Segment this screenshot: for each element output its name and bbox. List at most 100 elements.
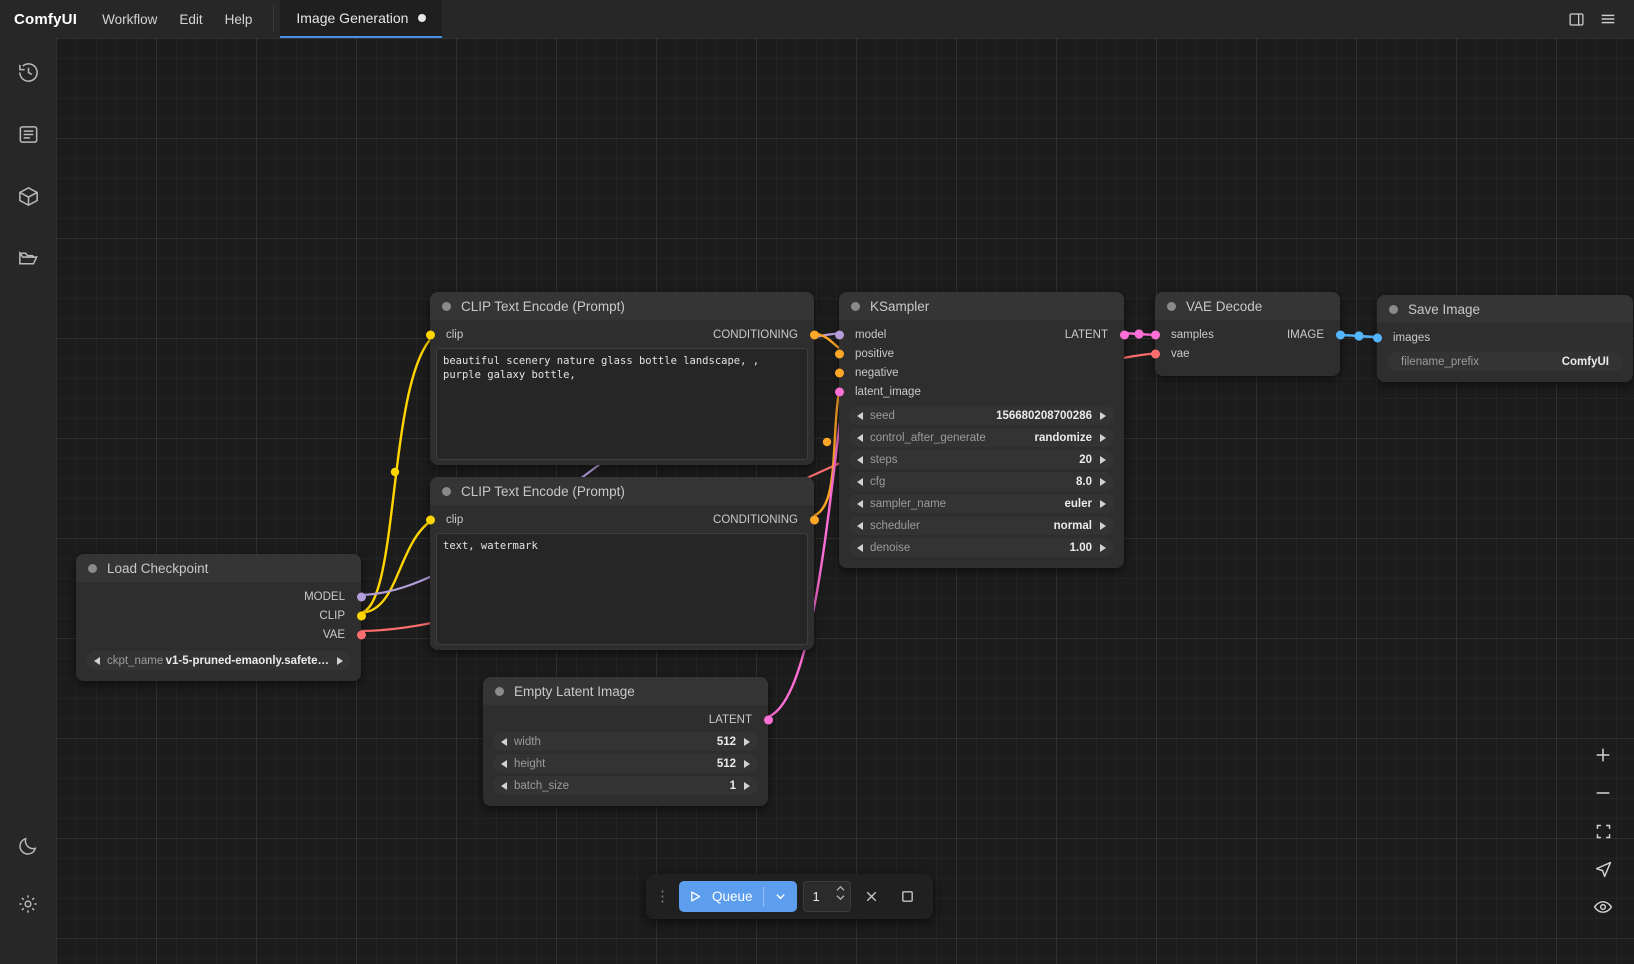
node-vae-decode[interactable]: VAE Decode samples IMAGE vae bbox=[1155, 292, 1340, 376]
node-title-bar[interactable]: Save Image bbox=[1377, 295, 1633, 323]
collapse-dot-icon[interactable] bbox=[851, 302, 860, 311]
decrement-arrow-icon[interactable] bbox=[857, 478, 863, 486]
node-title-bar[interactable]: Load Checkpoint bbox=[76, 554, 361, 582]
increment-arrow-icon[interactable] bbox=[1100, 500, 1106, 508]
node-title-bar[interactable]: KSampler bbox=[839, 292, 1124, 320]
settings-gear-icon[interactable] bbox=[8, 884, 48, 924]
output-slot-latent[interactable]: LATENT bbox=[483, 711, 768, 729]
tab-image-generation[interactable]: Image Generation bbox=[280, 0, 442, 38]
widget-control-after-generate[interactable]: control_after_generate randomize bbox=[849, 428, 1114, 447]
image-output-port-dot[interactable] bbox=[1336, 331, 1345, 340]
decrement-arrow-icon[interactable] bbox=[857, 500, 863, 508]
menu-help[interactable]: Help bbox=[214, 0, 264, 38]
theme-toggle-icon[interactable] bbox=[8, 826, 48, 866]
conditioning-output-port-dot[interactable] bbox=[810, 331, 819, 340]
output-slot-vae[interactable]: VAE bbox=[76, 626, 361, 644]
increment-arrow-icon[interactable] bbox=[744, 782, 750, 790]
fit-view-icon[interactable] bbox=[1586, 814, 1620, 848]
decrement-arrow-icon[interactable] bbox=[857, 434, 863, 442]
vae-port-dot[interactable] bbox=[357, 631, 366, 640]
node-title-bar[interactable]: Empty Latent Image bbox=[483, 677, 768, 705]
decrement-arrow-icon[interactable] bbox=[857, 522, 863, 530]
hamburger-menu-icon[interactable] bbox=[1594, 5, 1622, 33]
decrement-arrow-icon[interactable] bbox=[501, 782, 507, 790]
node-load-checkpoint[interactable]: Load Checkpoint MODEL CLIP VAE ckpt_name… bbox=[76, 554, 361, 681]
collapse-dot-icon[interactable] bbox=[1167, 302, 1176, 311]
clear-queue-button[interactable] bbox=[857, 882, 887, 912]
clip-input-port-dot[interactable] bbox=[426, 331, 435, 340]
increment-arrow-icon[interactable] bbox=[1100, 412, 1106, 420]
increment-arrow-icon[interactable] bbox=[1100, 478, 1106, 486]
decrement-arrow-icon[interactable] bbox=[857, 456, 863, 464]
increment-arrow-icon[interactable] bbox=[1100, 544, 1106, 552]
grip-icon[interactable]: ⋮ bbox=[650, 892, 673, 902]
node-library-icon[interactable] bbox=[8, 114, 48, 154]
node-save-image[interactable]: Save Image images filename_prefix ComfyU… bbox=[1377, 295, 1633, 382]
widget-steps[interactable]: steps 20 bbox=[849, 450, 1114, 469]
output-slot-model[interactable]: MODEL bbox=[76, 588, 361, 606]
panel-toggle-icon[interactable] bbox=[1562, 5, 1590, 33]
widget-denoise[interactable]: denoise 1.00 bbox=[849, 538, 1114, 557]
node-title-bar[interactable]: VAE Decode bbox=[1155, 292, 1340, 320]
output-slot-clip[interactable]: CLIP bbox=[76, 607, 361, 625]
input-slot-images[interactable]: images bbox=[1377, 329, 1633, 347]
negative-port-dot[interactable] bbox=[835, 369, 844, 378]
latent-port-dot[interactable] bbox=[764, 716, 773, 725]
model-library-icon[interactable] bbox=[8, 176, 48, 216]
node-ksampler[interactable]: KSampler model LATENT positive negative … bbox=[839, 292, 1124, 568]
vae-port-dot[interactable] bbox=[1151, 350, 1160, 359]
queue-count-stepper[interactable] bbox=[835, 885, 846, 901]
menu-workflow[interactable]: Workflow bbox=[91, 0, 168, 38]
queue-count-input[interactable]: 1 bbox=[803, 881, 851, 912]
increment-arrow-icon[interactable] bbox=[337, 657, 343, 665]
graph-canvas[interactable]: Load Checkpoint MODEL CLIP VAE ckpt_name… bbox=[56, 38, 1634, 964]
queue-run-button[interactable]: Queue bbox=[679, 881, 797, 912]
queue-history-icon[interactable] bbox=[8, 52, 48, 92]
increment-arrow-icon[interactable] bbox=[1100, 434, 1106, 442]
collapse-dot-icon[interactable] bbox=[442, 302, 451, 311]
increment-arrow-icon[interactable] bbox=[744, 760, 750, 768]
workflows-folder-icon[interactable] bbox=[8, 238, 48, 278]
positive-port-dot[interactable] bbox=[835, 350, 844, 359]
widget-width[interactable]: width 512 bbox=[493, 732, 758, 751]
widget-batch-size[interactable]: batch_size 1 bbox=[493, 776, 758, 795]
pan-navigate-icon[interactable] bbox=[1586, 852, 1620, 886]
stepper-up-icon[interactable] bbox=[835, 885, 846, 892]
decrement-arrow-icon[interactable] bbox=[857, 544, 863, 552]
conditioning-output-port-dot[interactable] bbox=[810, 516, 819, 525]
latent-output-port-dot[interactable] bbox=[1120, 331, 1129, 340]
model-port-dot[interactable] bbox=[357, 593, 366, 602]
widget-filename-prefix[interactable]: filename_prefix ComfyUI bbox=[1387, 352, 1623, 371]
menu-edit[interactable]: Edit bbox=[168, 0, 213, 38]
input-slot-vae[interactable]: vae bbox=[1155, 345, 1340, 363]
stop-run-button[interactable] bbox=[893, 882, 923, 912]
input-slot-latent-image[interactable]: latent_image bbox=[839, 383, 1124, 401]
zoom-out-icon[interactable] bbox=[1586, 776, 1620, 810]
widget-height[interactable]: height 512 bbox=[493, 754, 758, 773]
widget-scheduler[interactable]: scheduler normal bbox=[849, 516, 1114, 535]
input-slot-positive[interactable]: positive bbox=[839, 345, 1124, 363]
increment-arrow-icon[interactable] bbox=[744, 738, 750, 746]
node-empty-latent-image[interactable]: Empty Latent Image LATENT width 512 heig… bbox=[483, 677, 768, 806]
widget-seed[interactable]: seed 156680208700286 bbox=[849, 406, 1114, 425]
collapse-dot-icon[interactable] bbox=[442, 487, 451, 496]
prompt-textarea[interactable]: beautiful scenery nature glass bottle la… bbox=[436, 348, 808, 460]
decrement-arrow-icon[interactable] bbox=[501, 760, 507, 768]
latent-image-port-dot[interactable] bbox=[835, 388, 844, 397]
samples-port-dot[interactable] bbox=[1151, 331, 1160, 340]
increment-arrow-icon[interactable] bbox=[1100, 522, 1106, 530]
toggle-visibility-icon[interactable] bbox=[1586, 890, 1620, 924]
prompt-textarea[interactable]: text, watermark bbox=[436, 533, 808, 645]
node-clip-text-encode-positive[interactable]: CLIP Text Encode (Prompt) clip CONDITION… bbox=[430, 292, 814, 465]
widget-cfg[interactable]: cfg 8.0 bbox=[849, 472, 1114, 491]
node-clip-text-encode-negative[interactable]: CLIP Text Encode (Prompt) clip CONDITION… bbox=[430, 477, 814, 650]
node-title-bar[interactable]: CLIP Text Encode (Prompt) bbox=[430, 477, 814, 505]
stepper-down-icon[interactable] bbox=[835, 894, 846, 901]
zoom-in-icon[interactable] bbox=[1586, 738, 1620, 772]
images-port-dot[interactable] bbox=[1373, 334, 1382, 343]
collapse-dot-icon[interactable] bbox=[1389, 305, 1398, 314]
model-input-port-dot[interactable] bbox=[835, 331, 844, 340]
widget-sampler-name[interactable]: sampler_name euler bbox=[849, 494, 1114, 513]
decrement-arrow-icon[interactable] bbox=[501, 738, 507, 746]
chevron-down-icon[interactable] bbox=[774, 890, 787, 903]
